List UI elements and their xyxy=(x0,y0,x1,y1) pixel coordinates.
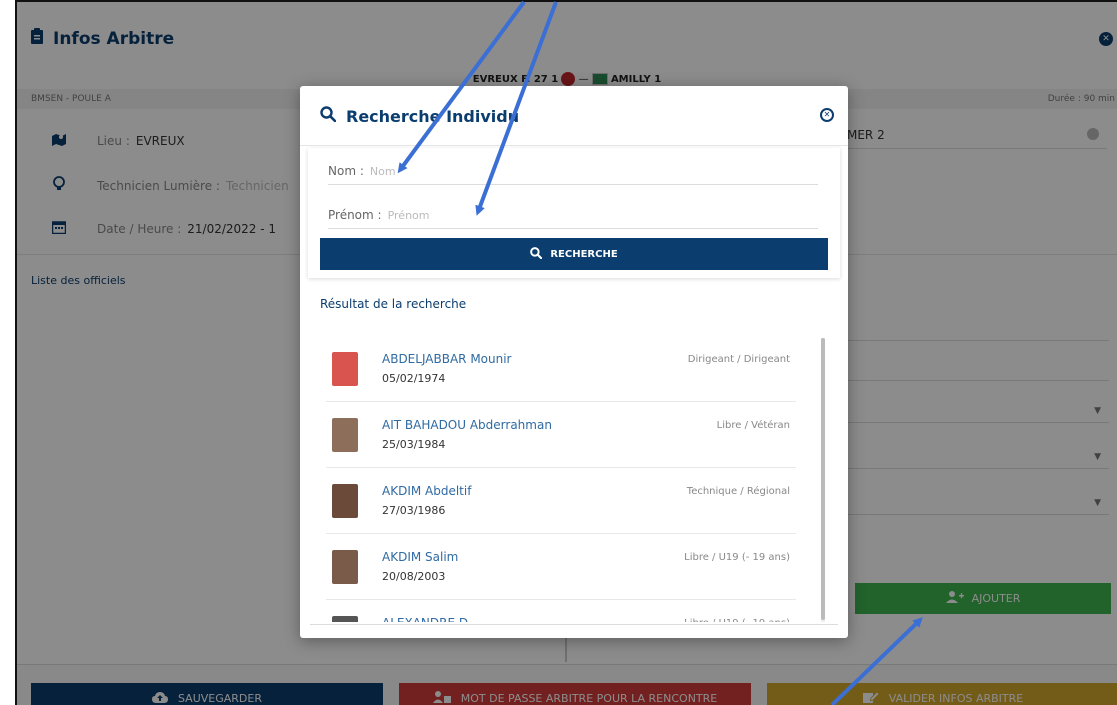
prenom-input[interactable] xyxy=(387,208,818,222)
result-role: Libre / Vétéran xyxy=(716,420,790,431)
recherche-label: RECHERCHE xyxy=(550,248,618,260)
result-item[interactable]: AKDIM Salim 20/08/2003 Libre / U19 (- 19 a… xyxy=(326,534,796,600)
result-role: Dirigeant / Dirigeant xyxy=(687,354,790,365)
result-date: 27/03/1986 xyxy=(382,504,446,517)
result-name: AKDIM Salim xyxy=(382,550,459,564)
recherche-modal: Recherche Individu ✕ Nom : Prénom : RECH… xyxy=(300,86,848,638)
result-name: AKDIM Abdeltif xyxy=(382,484,472,498)
recherche-button[interactable]: RECHERCHE xyxy=(320,238,828,270)
result-date: 05/02/1974 xyxy=(382,372,446,385)
avatar xyxy=(332,418,358,452)
result-item[interactable]: ABDELJABBAR Mounir 05/02/1974 Dirigeant / … xyxy=(326,336,796,402)
results-list: ABDELJABBAR Mounir 05/02/1974 Dirigeant / … xyxy=(326,336,821,622)
results-scrollbar[interactable] xyxy=(821,338,825,622)
result-name: AIT BAHADOU Abderrahman xyxy=(382,418,552,432)
modal-title: Recherche Individu xyxy=(320,106,519,126)
result-date: 25/03/1984 xyxy=(382,438,446,451)
result-date: 20/08/2003 xyxy=(382,570,446,583)
search-icon xyxy=(320,106,337,126)
avatar xyxy=(332,484,358,518)
result-item[interactable]: AIT BAHADOU Abderrahman 25/03/1984 Libre /… xyxy=(326,402,796,468)
modal-close-icon[interactable]: ✕ xyxy=(820,108,834,122)
result-role: Libre / U19 (- 19 ans) xyxy=(684,552,790,563)
nom-field: Nom : xyxy=(328,164,818,185)
scrollbar-thumb[interactable] xyxy=(821,338,825,620)
results-title: Résultat de la recherche xyxy=(320,297,467,311)
result-name: ALEXANDRE D. xyxy=(382,616,472,622)
search-icon xyxy=(530,246,543,262)
nom-input[interactable] xyxy=(369,164,818,178)
result-role: Libre / U19 (- 19 ans) xyxy=(684,618,790,622)
modal-title-text: Recherche Individu xyxy=(346,106,520,126)
avatar xyxy=(332,616,358,622)
avatar xyxy=(332,352,358,386)
prenom-field: Prénom : xyxy=(328,208,818,229)
prenom-label: Prénom : xyxy=(328,208,382,222)
search-form: Nom : Prénom : RECHERCHE xyxy=(308,148,840,278)
result-name: ABDELJABBAR Mounir xyxy=(382,352,512,366)
nom-label: Nom : xyxy=(328,164,364,178)
result-item[interactable]: AKDIM Abdeltif 27/03/1986 Technique / Régi… xyxy=(326,468,796,534)
modal-footer-line xyxy=(310,624,838,625)
modal-header: Recherche Individu ✕ xyxy=(300,86,848,146)
result-role: Technique / Régional xyxy=(686,486,790,497)
avatar xyxy=(332,550,358,584)
result-item[interactable]: ALEXANDRE D. Libre / U19 (- 19 ans) xyxy=(326,600,796,622)
